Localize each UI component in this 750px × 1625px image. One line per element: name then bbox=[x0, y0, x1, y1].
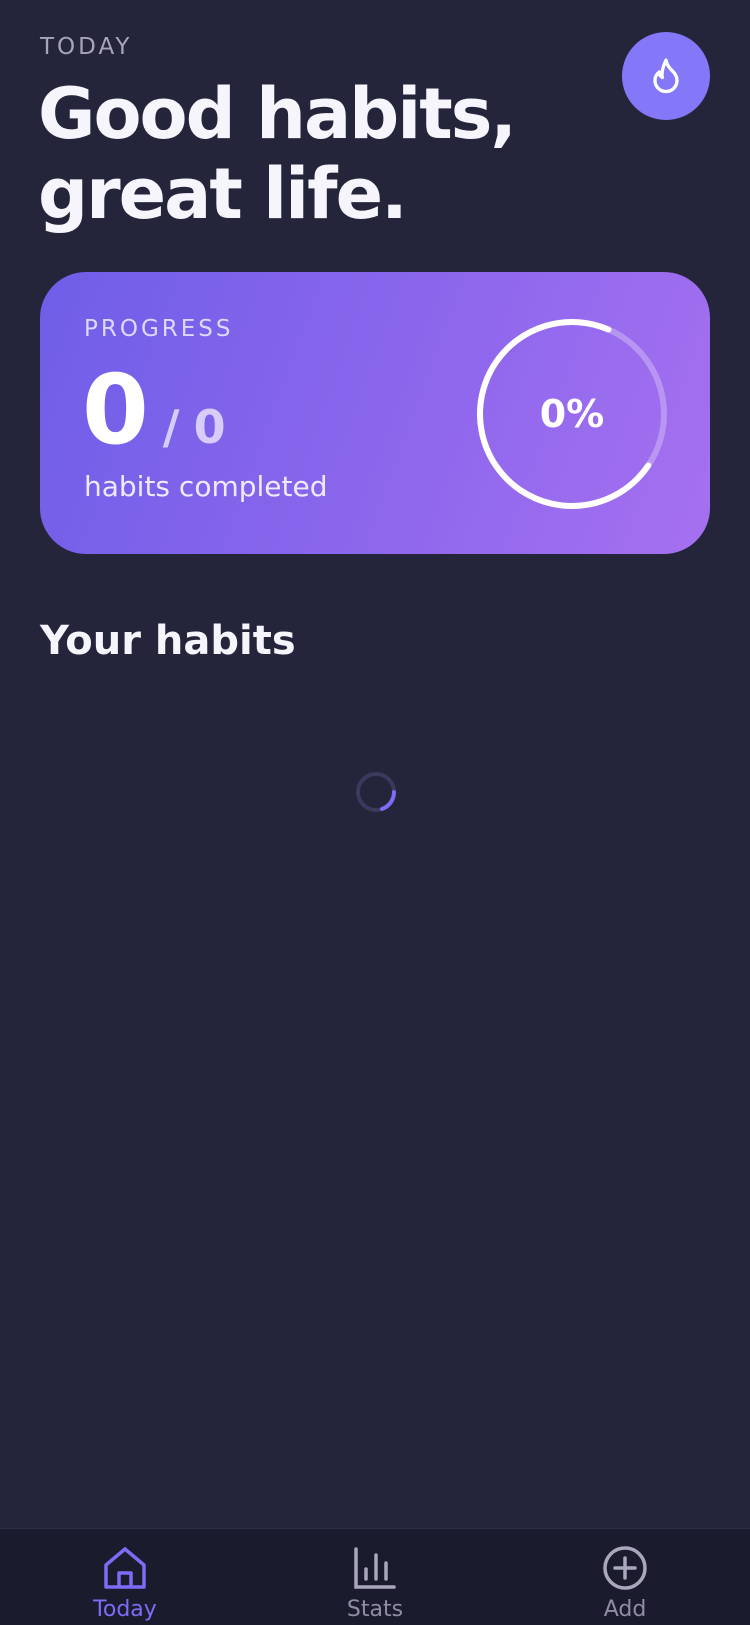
home-icon bbox=[104, 1547, 146, 1589]
tab-stats[interactable]: Stats bbox=[250, 1529, 500, 1625]
count-separator: / bbox=[162, 400, 180, 454]
tab-stats-label: Stats bbox=[346, 1597, 404, 1622]
progress-caption: habits completed bbox=[84, 470, 328, 503]
progress-label: PROGRESS bbox=[84, 316, 234, 342]
tab-today-label: Today bbox=[93, 1597, 157, 1622]
plus-circle-icon bbox=[603, 1546, 647, 1590]
tab-bar: Today Stats Add bbox=[0, 1528, 750, 1625]
loading-spinner bbox=[356, 772, 397, 812]
total-count: 0 bbox=[193, 400, 226, 454]
completed-count: 0 bbox=[82, 354, 149, 466]
tab-add-label: Add bbox=[603, 1597, 647, 1622]
bar-chart-icon bbox=[354, 1547, 396, 1589]
page-title: Good habits, great life. bbox=[38, 73, 517, 235]
streak-button[interactable] bbox=[622, 32, 710, 120]
flame-icon bbox=[653, 58, 679, 94]
tab-today[interactable]: Today bbox=[0, 1529, 250, 1625]
header-eyebrow: TODAY bbox=[40, 34, 133, 60]
progress-count: 0 / 0 bbox=[82, 360, 226, 460]
habits-section-title: Your habits bbox=[40, 618, 296, 664]
tab-add[interactable]: Add bbox=[500, 1529, 750, 1625]
progress-card: PROGRESS 0 / 0 habits completed 0% bbox=[40, 272, 710, 554]
progress-percent: 0% bbox=[539, 392, 605, 436]
